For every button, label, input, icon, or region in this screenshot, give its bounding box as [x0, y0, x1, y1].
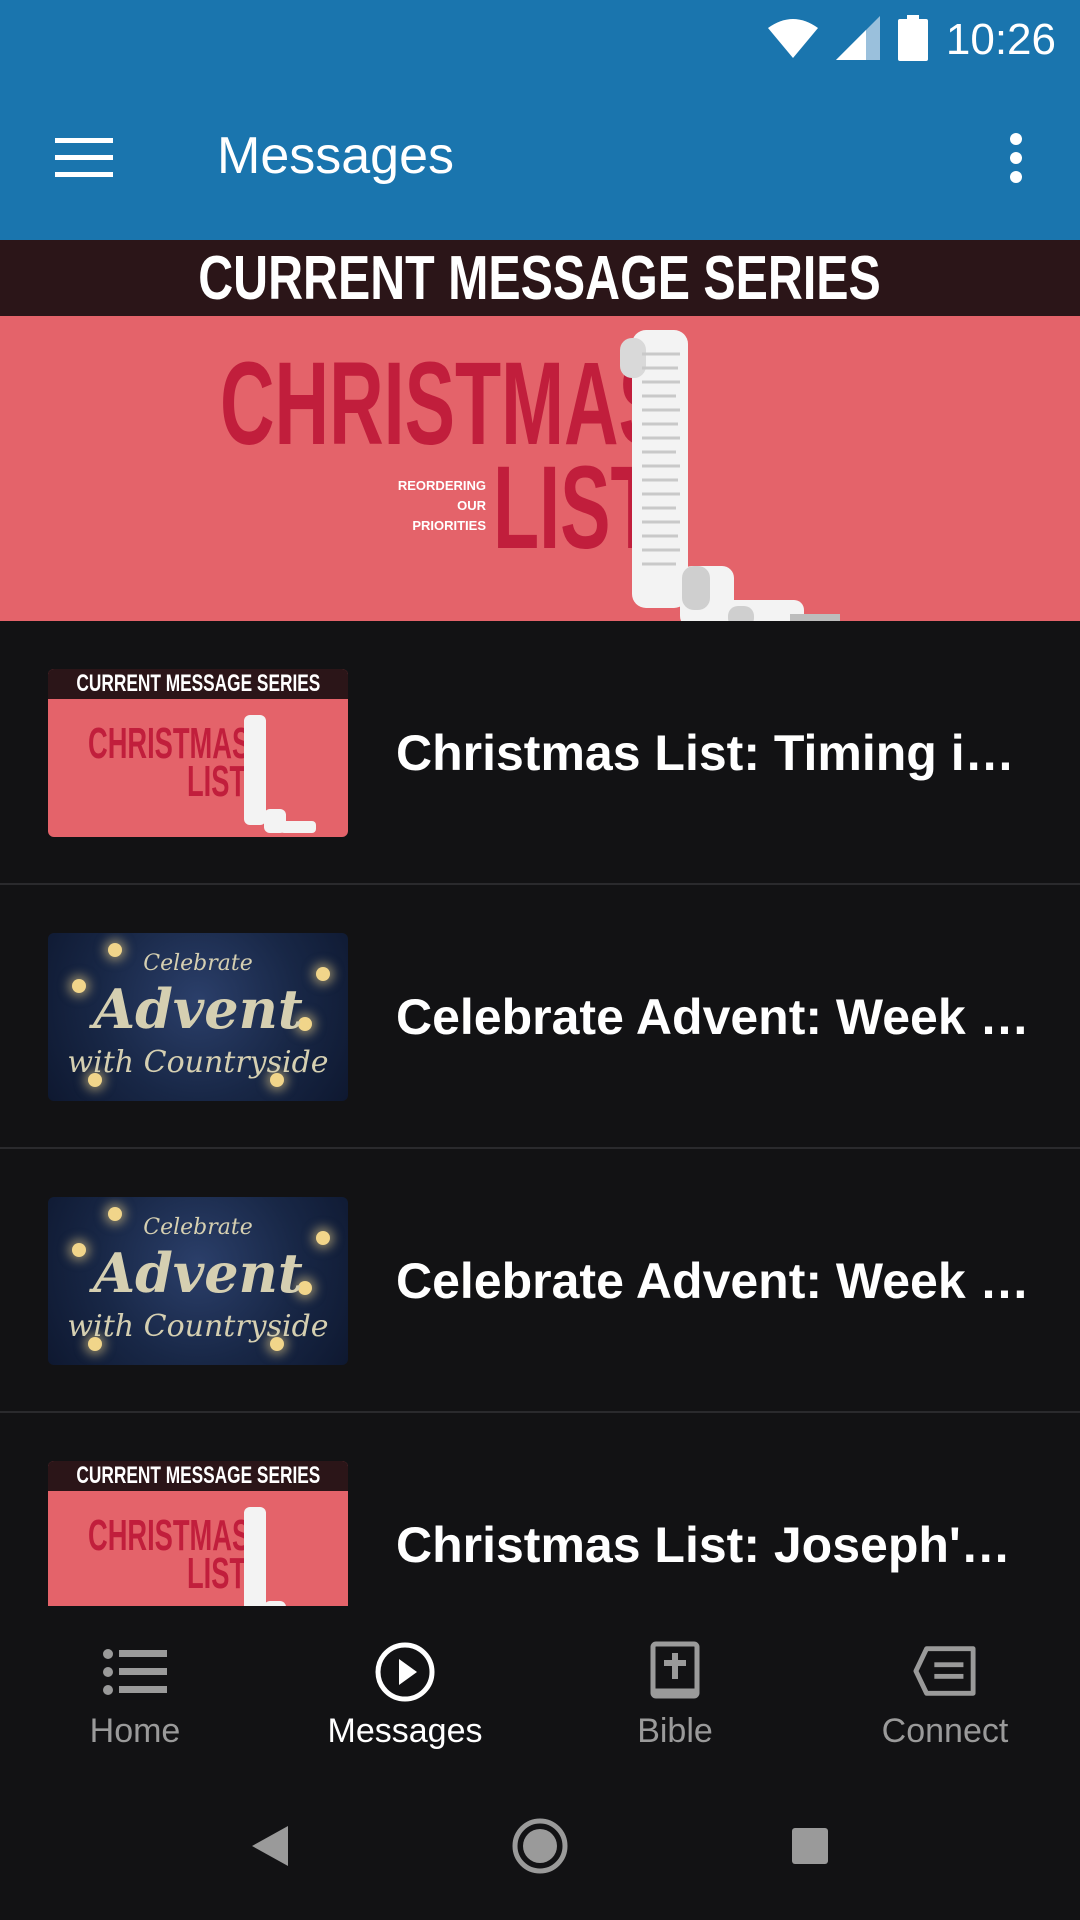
battery-icon: [897, 14, 928, 66]
nav-label-messages: Messages: [327, 1712, 483, 1750]
thumbnail-header: CURRENT MESSAGE SERIES: [76, 670, 320, 697]
series-banner[interactable]: CURRENT MESSAGE SERIES CHRISTMAS LIST RE…: [0, 240, 1080, 621]
list-icon: [103, 1640, 167, 1704]
message-thumbnail: CURRENT MESSAGE SERIES CHRISTMAS LIST: [48, 1461, 348, 1606]
message-list[interactable]: CURRENT MESSAGE SERIES CHRISTMAS LIST Ch…: [0, 621, 1080, 1606]
message-title: Christmas List: Timing is Everything: [396, 725, 1036, 781]
nav-item-messages[interactable]: Messages: [270, 1606, 540, 1760]
thumbnail-title-line2: Advent: [93, 977, 303, 1041]
banner-subtitle-line: OUR: [457, 498, 486, 513]
message-thumbnail: Celebrate Advent with Countryside: [48, 1197, 348, 1365]
nav-item-bible[interactable]: Bible: [540, 1606, 810, 1760]
paper-scroll-illustration: [244, 1507, 286, 1606]
banner-subtitle-line: REORDERING: [397, 478, 486, 493]
banner-header-strip: CURRENT MESSAGE SERIES: [0, 240, 1080, 316]
list-item[interactable]: CURRENT MESSAGE SERIES CHRISTMAS LIST Ch…: [0, 1413, 1080, 1606]
paper-scroll-illustration: [600, 330, 860, 621]
thumbnail-header: CURRENT MESSAGE SERIES: [76, 1462, 320, 1489]
back-button[interactable]: [230, 1808, 310, 1888]
status-time: 10:26: [945, 15, 1056, 64]
bible-icon: [643, 1640, 707, 1704]
menu-button[interactable]: [40, 124, 128, 196]
cell-signal-icon: [835, 15, 880, 65]
nav-label-home: Home: [89, 1712, 181, 1750]
message-thumbnail: CURRENT MESSAGE SERIES CHRISTMAS LIST: [48, 669, 348, 837]
nav-label-connect: Connect: [881, 1712, 1009, 1750]
home-icon: [511, 1817, 569, 1880]
list-item[interactable]: Celebrate Advent with Countryside Celebr…: [0, 885, 1080, 1149]
list-item[interactable]: Celebrate Advent with Countryside Celebr…: [0, 1149, 1080, 1413]
banner-subtitle-line: PRIORITIES: [412, 518, 486, 533]
message-title: Christmas List: Joseph's Perspective: [396, 1517, 1036, 1573]
message-title: Celebrate Advent: Week One: [396, 1253, 1036, 1309]
message-icon: [913, 1640, 977, 1704]
thumbnail-header-strip: CURRENT MESSAGE SERIES: [48, 669, 348, 699]
play-circle-icon: [373, 1640, 437, 1704]
nav-item-home[interactable]: Home: [0, 1606, 270, 1760]
page-title: Messages: [217, 127, 454, 185]
thumbnail-title-line1: Celebrate: [143, 1215, 253, 1240]
overflow-menu-button[interactable]: [980, 120, 1052, 200]
more-vert-icon: [1009, 132, 1023, 188]
home-button[interactable]: [500, 1808, 580, 1888]
thumbnail-title-line1: Celebrate: [143, 951, 253, 976]
thumbnail-title-line3: with Countryside: [67, 1309, 329, 1344]
banner-subtitle: REORDERING OUR PRIORITIES: [360, 476, 486, 536]
paper-scroll-illustration: [244, 715, 316, 833]
nav-item-connect[interactable]: Connect: [810, 1606, 1080, 1760]
bottom-navigation: Home Messages Bible Connect: [0, 1606, 1080, 1760]
recents-icon: [790, 1826, 830, 1871]
banner-header: CURRENT MESSAGE SERIES: [198, 243, 882, 313]
recents-button[interactable]: [770, 1808, 850, 1888]
status-icons: 10:26: [767, 12, 1056, 68]
nav-label-bible: Bible: [637, 1712, 713, 1750]
thumbnail-header-strip: CURRENT MESSAGE SERIES: [48, 1461, 348, 1491]
hamburger-menu-icon: [55, 137, 113, 183]
message-title: Celebrate Advent: Week Two: [396, 989, 1036, 1045]
back-icon: [250, 1824, 290, 1873]
list-item[interactable]: CURRENT MESSAGE SERIES CHRISTMAS LIST Ch…: [0, 621, 1080, 885]
system-navigation-bar: [0, 1760, 1080, 1920]
wifi-icon: [767, 18, 818, 63]
status-bar: 10:26: [0, 0, 1080, 80]
message-thumbnail: Celebrate Advent with Countryside: [48, 933, 348, 1101]
thumbnail-title-line3: with Countryside: [67, 1045, 329, 1080]
app-bar: Messages: [0, 80, 1080, 240]
thumbnail-title-line2: Advent: [93, 1241, 303, 1305]
